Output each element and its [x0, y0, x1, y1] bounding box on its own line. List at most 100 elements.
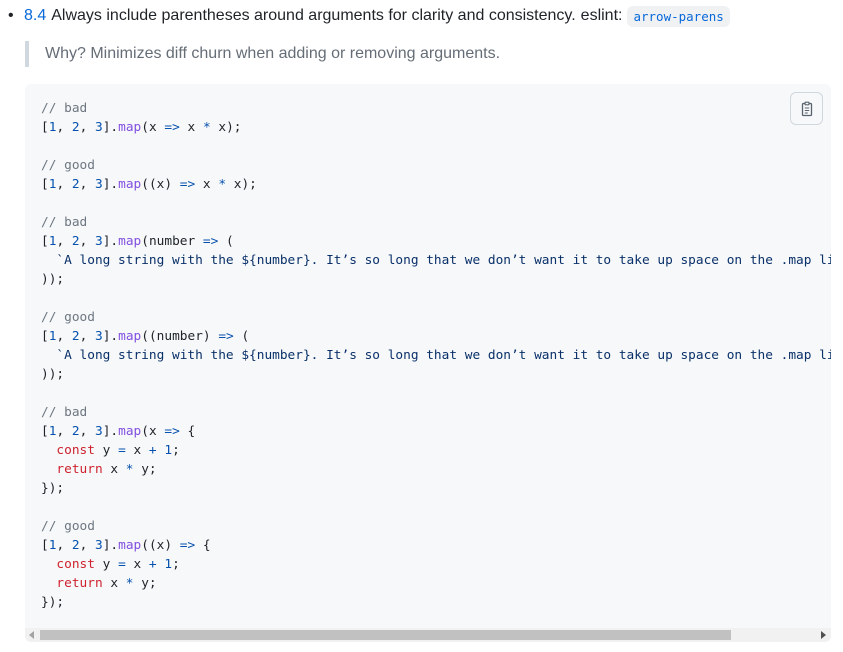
code-line: [1, 2, 3].map((x) => x * x); [41, 175, 831, 194]
code-token: ( [218, 234, 234, 249]
code-token: x [195, 177, 219, 192]
code-token: [ [41, 538, 49, 553]
code-line: }); [41, 479, 831, 498]
code-token: , [56, 234, 72, 249]
code-line: // bad [41, 403, 831, 422]
code-token: , [56, 177, 72, 192]
rule-text: Always include parentheses around argume… [51, 7, 576, 24]
code-token: ( [233, 329, 250, 344]
code-line: [1, 2, 3].map(number => ( [41, 232, 831, 251]
horizontal-scrollbar[interactable] [25, 628, 831, 642]
code-token: 3 [95, 538, 103, 553]
code-token: // good [41, 519, 95, 534]
code-line: }); [41, 593, 831, 612]
code-token: , [79, 424, 95, 439]
code-token: ]. [102, 538, 119, 553]
code-token: [ [41, 234, 49, 249]
code-token: // bad [41, 405, 88, 420]
code-token: => [164, 424, 180, 439]
code-token: => [218, 329, 234, 344]
code-token: x [102, 576, 126, 591]
code-token: y [94, 443, 119, 458]
code-token: const [56, 557, 95, 572]
code-token: 1 [164, 557, 173, 572]
code-token: x [125, 557, 149, 572]
code-token: , [56, 424, 72, 439]
code-line: ​ [41, 384, 831, 403]
code-token: map [118, 120, 142, 135]
code-token: x [179, 120, 203, 135]
clipboard-icon [801, 101, 812, 116]
code-line: ​ [41, 289, 831, 308]
code-token: // bad [41, 215, 88, 230]
copy-button[interactable] [790, 92, 823, 125]
code-token: => [202, 234, 219, 249]
code-token: 3 [95, 424, 103, 439]
code-token: ]. [102, 234, 119, 249]
code-token: , [79, 177, 95, 192]
code-token: ((x) [141, 538, 180, 553]
scrollbar-thumb[interactable] [40, 630, 731, 640]
rule-number-link[interactable]: 8.4 [24, 7, 46, 25]
code-token: = [118, 443, 126, 458]
code-line: ​ [41, 137, 831, 156]
code-token: // bad [41, 101, 88, 116]
code-token: map [118, 424, 142, 439]
code-token: return [56, 576, 103, 591]
code-line: // good [41, 308, 831, 327]
code-line: // bad [41, 99, 831, 118]
code-token: , [79, 234, 95, 249]
code-token: 3 [95, 234, 103, 249]
scroll-left-arrow-icon[interactable] [25, 628, 39, 642]
code-token: map [118, 538, 142, 553]
code-token: ]. [102, 329, 119, 344]
code-token: 3 [95, 329, 103, 344]
code-token: `A long string with the ${number}. It’s … [56, 253, 831, 268]
code-token: (x [141, 120, 165, 135]
code-token: 1 [164, 443, 173, 458]
code-token: => [179, 177, 196, 192]
code-token: [ [41, 120, 49, 135]
code-token: [ [41, 424, 49, 439]
code-content: // bad[1, 2, 3].map(x => x * x);​// good… [41, 99, 831, 612]
code-token: * [202, 120, 211, 135]
code-line: const y = x + 1; [41, 441, 831, 460]
code-token: , [79, 329, 95, 344]
code-token: (number [141, 234, 203, 249]
code-token: 2 [71, 424, 80, 439]
code-token: }); [41, 481, 65, 496]
code-token: 2 [71, 120, 80, 135]
code-token: ; [172, 557, 180, 572]
code-line: [1, 2, 3].map(x => { [41, 422, 831, 441]
code-line: [1, 2, 3].map((x) => { [41, 536, 831, 555]
code-token: }); [41, 595, 65, 610]
list-bullet: • [8, 7, 14, 24]
code-token: map [118, 234, 142, 249]
code-token: y; [133, 576, 157, 591]
eslint-rule-link[interactable]: arrow-parens [627, 5, 730, 27]
code-token: ]. [102, 424, 119, 439]
code-line: // bad [41, 213, 831, 232]
rule-item: • 8.4 Always include parentheses around … [8, 4, 835, 28]
code-block: // bad[1, 2, 3].map(x => x * x);​// good… [25, 84, 831, 642]
code-line: )); [41, 270, 831, 289]
code-token: 3 [95, 177, 103, 192]
page: • 8.4 Always include parentheses around … [0, 0, 843, 652]
code-token: 3 [95, 120, 103, 135]
code-line: )); [41, 365, 831, 384]
code-token: { [179, 424, 196, 439]
code-token: = [118, 557, 126, 572]
code-token: // good [41, 158, 95, 173]
code-token: + [148, 557, 157, 572]
code-token: * [125, 462, 134, 477]
rationale-blockquote: Why? Minimizes diff churn when adding or… [25, 41, 500, 67]
code-token: , [79, 120, 95, 135]
scroll-right-arrow-icon[interactable] [817, 628, 831, 642]
code-token: x); [210, 120, 242, 135]
